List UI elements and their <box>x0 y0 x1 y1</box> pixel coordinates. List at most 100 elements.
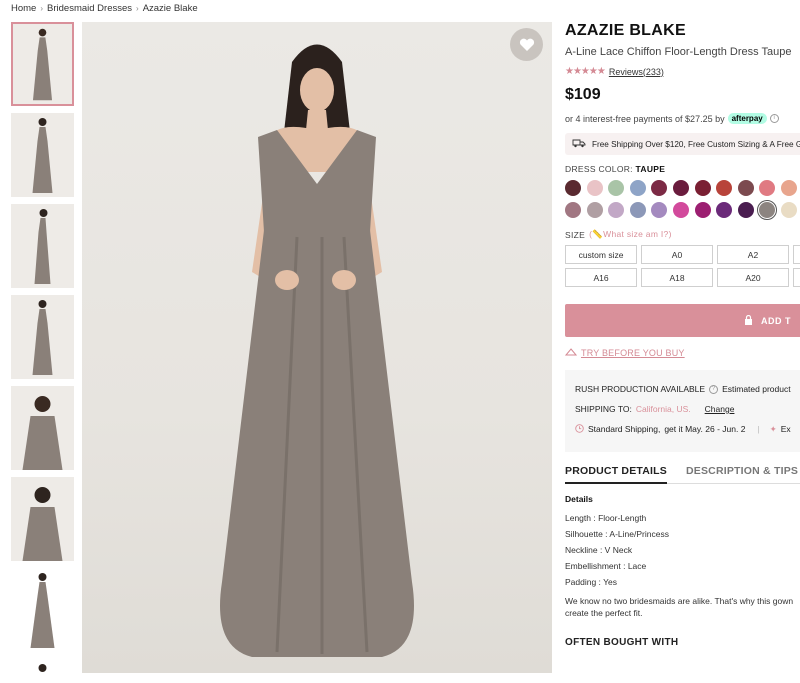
detail-line: Length : Floor-Length <box>565 513 647 523</box>
try-before-you-buy-link[interactable]: TRY BEFORE YOU BUY <box>564 348 800 358</box>
color-swatch[interactable] <box>694 202 711 218</box>
color-swatch[interactable] <box>565 180 581 196</box>
blurb-line-1: We know no two bridesmaids are alike. Th… <box>565 596 794 606</box>
tab-description-tips[interactable]: DESCRIPTION & TIPS <box>686 465 798 483</box>
tab-product-details[interactable]: PRODUCT DETAILS <box>565 465 667 484</box>
color-swatch[interactable] <box>629 202 646 218</box>
color-swatch[interactable] <box>737 202 754 218</box>
often-bought-with-heading: OFTEN BOUGHT WITH <box>565 637 679 648</box>
rating: ★★★★★ Reviews(233) <box>565 66 800 77</box>
rush-text: RUSH PRODUCTION AVAILABLE <box>575 384 706 394</box>
thumbnail-side[interactable] <box>11 204 74 288</box>
color-swatch[interactable] <box>608 202 625 218</box>
size-option[interactable]: A16 <box>565 268 637 287</box>
installments-text: or 4 interest-free payments of $27.25 by <box>565 113 725 124</box>
detail-line: Padding : Yes <box>565 577 617 587</box>
star-rating-icon: ★★★★★ <box>565 66 606 77</box>
sparkle-icon: ✦ <box>769 423 777 434</box>
thumbnail-back[interactable] <box>11 113 74 197</box>
color-swatch[interactable] <box>716 180 733 196</box>
help-icon[interactable]: ? <box>709 384 719 394</box>
ship-to-row: SHIPPING TO: California, US. Change <box>575 399 800 419</box>
size-label-text: SIZE <box>565 229 586 240</box>
shipping-banner[interactable]: Free Shipping Over $120, Free Custom Siz… <box>565 133 800 155</box>
color-swatch[interactable] <box>737 180 754 196</box>
ship-to-label: SHIPPING TO: <box>575 404 632 414</box>
product-details: Details Length : Floor-Length Silhouette… <box>565 494 800 619</box>
wishlist-button[interactable] <box>510 28 543 61</box>
hanger-icon <box>564 348 578 358</box>
color-swatch[interactable] <box>780 180 797 196</box>
estimated-text: Estimated product <box>722 384 791 394</box>
color-swatch[interactable] <box>672 180 689 196</box>
standard-shipping-text: Standard Shipping, <box>588 424 661 434</box>
add-to-cart-button[interactable]: ADD T <box>565 304 800 337</box>
color-swatch[interactable] <box>780 202 797 218</box>
ship-to-value: California, US. <box>635 404 691 414</box>
main-product-image[interactable] <box>82 22 552 673</box>
color-swatch[interactable] <box>651 180 668 196</box>
color-swatch[interactable] <box>586 202 603 218</box>
color-swatch[interactable] <box>565 202 581 218</box>
detail-line: Neckline : V Neck <box>565 545 633 555</box>
express-text: Ex <box>780 424 791 434</box>
afterpay-badge: afterpay <box>727 113 767 124</box>
color-swatch[interactable] <box>757 200 778 220</box>
selected-color: TAUPE <box>635 164 666 174</box>
size-option[interactable]: custom size <box>565 245 637 264</box>
size-option[interactable] <box>793 245 800 264</box>
size-options: custom size A0 A2 A16 A18 A20 <box>565 245 800 287</box>
thumbnail-back-closeup[interactable] <box>11 477 74 561</box>
change-location-link[interactable]: Change <box>705 404 735 414</box>
color-swatch[interactable] <box>629 180 646 196</box>
shipping-banner-text: Free Shipping Over $120, Free Custom Siz… <box>592 139 800 149</box>
thumbnail-full[interactable] <box>11 568 74 652</box>
thumbnail-closeup[interactable] <box>11 386 74 470</box>
detail-line: Embellishment : Lace <box>565 561 647 571</box>
lock-icon <box>744 314 753 327</box>
truck-icon <box>572 138 586 150</box>
standard-shipping-row: Standard Shipping, get it May. 26 - Jun.… <box>575 419 800 439</box>
shipping-info: RUSH PRODUCTION AVAILABLE ? Estimated pr… <box>565 370 800 452</box>
delivery-estimate: get it May. 26 - Jun. 2 <box>664 424 746 434</box>
color-swatch[interactable] <box>759 180 776 196</box>
product-subtitle: A-Line Lace Chiffon Floor-Length Dress T… <box>565 46 792 58</box>
detail-line: Silhouette : A-Line/Princess <box>565 529 669 539</box>
size-option[interactable]: A20 <box>717 268 789 287</box>
details-tabs: PRODUCT DETAILS DESCRIPTION & TIPS <box>565 465 800 484</box>
chevron-right-icon: › <box>40 4 44 13</box>
size-label: SIZE (📏What size am I?) <box>565 229 800 240</box>
details-heading: Details <box>565 494 593 504</box>
color-swatch[interactable] <box>651 202 668 218</box>
color-swatch[interactable] <box>694 180 711 196</box>
color-swatch[interactable] <box>716 202 733 218</box>
breadcrumb: Home › Bridesmaid Dresses › Azazie Blake <box>11 3 198 14</box>
size-option[interactable]: A2 <box>717 245 789 264</box>
thumbnail-back-2[interactable] <box>11 295 74 379</box>
breadcrumb-home[interactable]: Home <box>11 3 36 14</box>
product-info: AZAZIE BLAKE A-Line Lace Chiffon Floor-L… <box>564 22 800 648</box>
blurb-line-2: create the perfect fit. <box>565 608 643 618</box>
color-swatch[interactable] <box>672 202 689 218</box>
rush-row: RUSH PRODUCTION AVAILABLE ? Estimated pr… <box>575 379 800 399</box>
size-option[interactable]: A18 <box>641 268 713 287</box>
color-swatch[interactable] <box>586 180 603 196</box>
size-help-text: What size am I? <box>603 229 669 239</box>
info-icon[interactable]: i <box>769 114 779 123</box>
breadcrumb-current: Azazie Blake <box>142 3 198 14</box>
breadcrumb-bridesmaid-dresses[interactable]: Bridesmaid Dresses <box>47 3 132 14</box>
reviews-link[interactable]: Reviews(233) <box>609 67 664 77</box>
size-option[interactable] <box>793 268 800 287</box>
heart-icon <box>519 38 535 52</box>
divider: | <box>757 424 760 434</box>
color-swatch[interactable] <box>608 180 625 196</box>
color-label-text: DRESS COLOR: <box>565 164 633 174</box>
dress-color-label: DRESS COLOR: TAUPE <box>565 164 800 174</box>
size-option[interactable]: A0 <box>641 245 713 264</box>
product-title: AZAZIE BLAKE <box>565 22 686 39</box>
thumbnail-partial[interactable] <box>11 659 74 673</box>
thumbnail-front[interactable] <box>11 22 74 106</box>
ruler-icon: 📏 <box>592 229 604 239</box>
clock-icon <box>575 423 584 435</box>
size-help-link[interactable]: (📏What size am I?) <box>589 229 672 240</box>
